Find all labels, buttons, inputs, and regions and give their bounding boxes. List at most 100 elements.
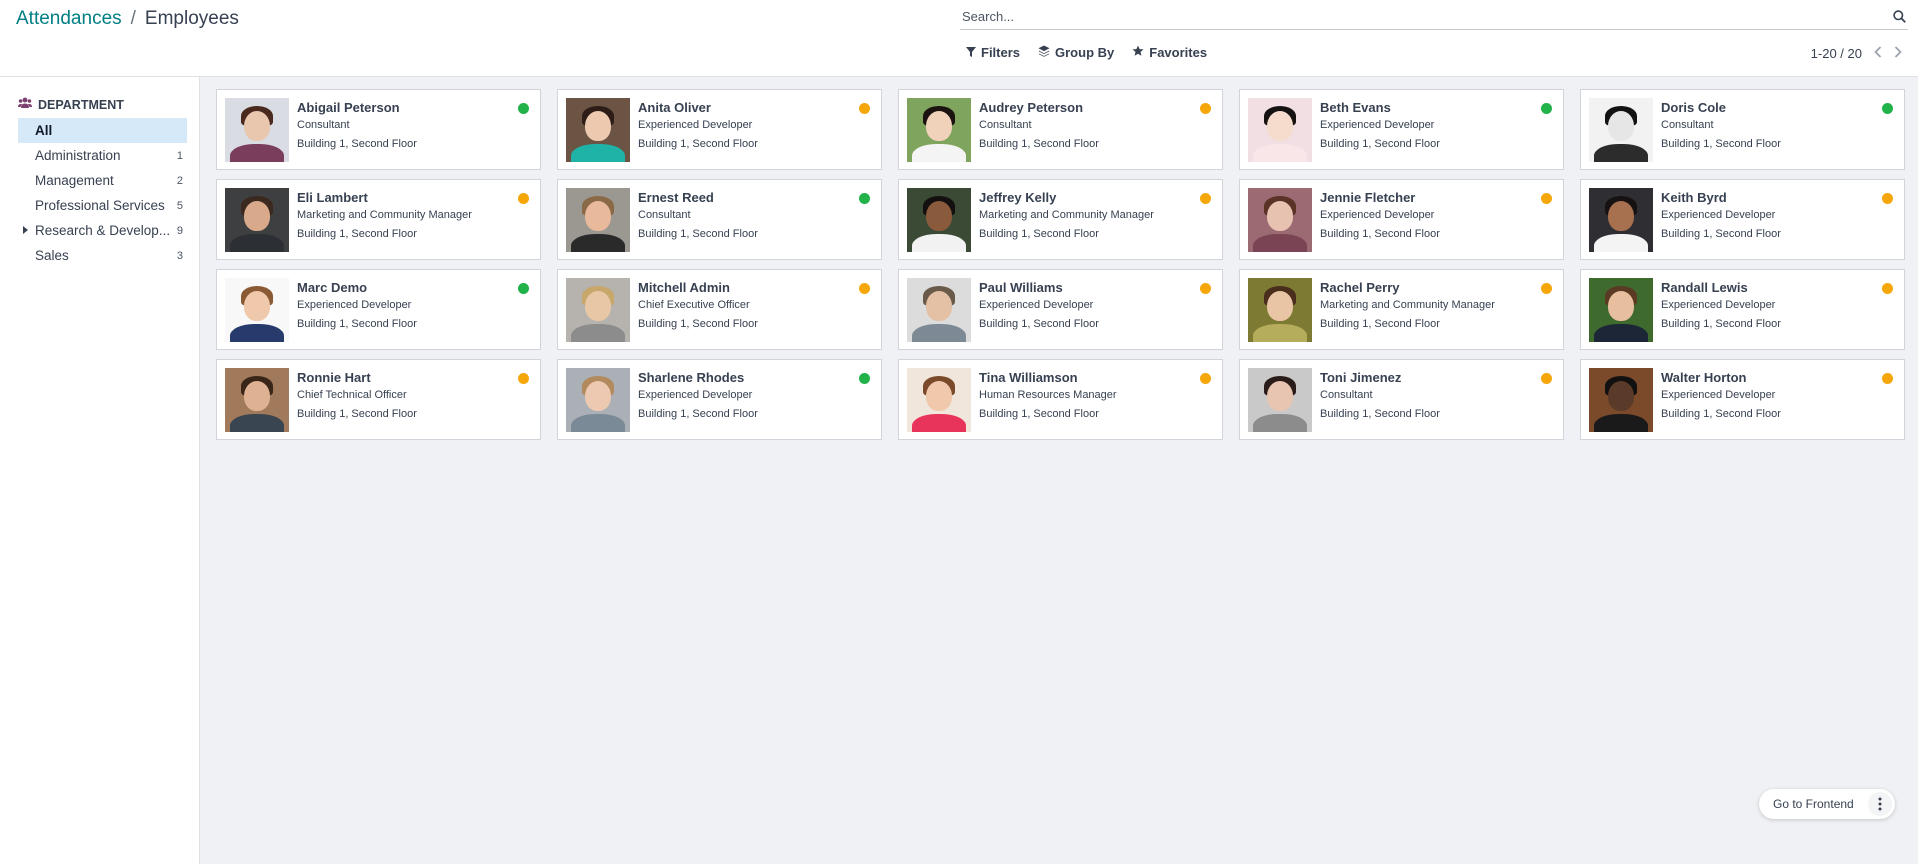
employee-name: Jeffrey Kelly	[979, 190, 1057, 205]
employee-info: Rachel Perry Marketing and Community Mana…	[1320, 278, 1495, 341]
employee-card[interactable]: Randall Lewis Experienced Developer Buildi…	[1580, 269, 1905, 350]
avatar-head	[1267, 201, 1293, 231]
employee-avatar	[566, 98, 630, 162]
employee-avatar	[1589, 98, 1653, 162]
avatar-head	[1267, 111, 1293, 141]
avatar-torso	[1594, 324, 1648, 342]
group-by-button[interactable]: Group By	[1038, 45, 1114, 60]
employee-location: Building 1, Second Floor	[979, 138, 1099, 150]
employee-info: Paul Williams Experienced Developer Buildi…	[979, 278, 1099, 341]
employee-avatar	[225, 188, 289, 252]
sidebar-item-research-development[interactable]: Research & Develop... 9	[18, 218, 187, 243]
avatar-torso	[1253, 414, 1307, 432]
presence-status-icon	[518, 283, 529, 294]
employee-card[interactable]: Beth Evans Experienced Developer Building …	[1239, 89, 1564, 170]
employee-job-title: Chief Technical Officer	[297, 389, 407, 401]
breadcrumb-attendances-link[interactable]: Attendances	[16, 8, 122, 30]
employee-job-title: Consultant	[1320, 389, 1373, 401]
employee-card[interactable]: Marc Demo Experienced Developer Building 1…	[216, 269, 541, 350]
avatar-torso	[230, 414, 284, 432]
employee-info: Audrey Peterson Consultant Building 1, Sec…	[979, 98, 1099, 161]
avatar-head	[244, 201, 270, 231]
employee-avatar	[907, 98, 971, 162]
department-list: All Administration 1 Management 2 Profes…	[0, 118, 199, 268]
presence-status-icon	[518, 193, 529, 204]
employee-name: Paul Williams	[979, 280, 1063, 295]
employee-avatar	[1248, 188, 1312, 252]
employee-card[interactable]: Jennie Fletcher Experienced Developer Buil…	[1239, 179, 1564, 260]
employee-avatar	[566, 368, 630, 432]
filter-icon	[966, 45, 976, 60]
employee-location: Building 1, Second Floor	[1661, 408, 1781, 420]
caret-right-icon[interactable]	[23, 226, 28, 234]
employee-location: Building 1, Second Floor	[1661, 318, 1781, 330]
avatar-head	[585, 291, 611, 321]
pager-previous-button[interactable]	[1874, 45, 1882, 61]
employee-info: Eli Lambert Marketing and Community Manag…	[297, 188, 472, 251]
sidebar-item-sales[interactable]: Sales 3	[18, 243, 187, 268]
avatar-head	[926, 381, 952, 411]
sidebar-item-management[interactable]: Management 2	[18, 168, 187, 193]
avatar-torso	[571, 144, 625, 162]
sidebar-item-label: Sales	[35, 248, 69, 263]
employee-job-title: Consultant	[297, 119, 350, 131]
employee-card[interactable]: Toni Jimenez Consultant Building 1, Second…	[1239, 359, 1564, 440]
employee-location: Building 1, Second Floor	[1320, 228, 1440, 240]
employee-job-title: Human Resources Manager	[979, 389, 1117, 401]
presence-status-icon	[1882, 103, 1893, 114]
presence-status-icon	[1882, 373, 1893, 384]
employee-card[interactable]: Ernest Reed Consultant Building 1, Second …	[557, 179, 882, 260]
avatar-torso	[912, 144, 966, 162]
employee-card[interactable]: Sharlene Rhodes Experienced Developer Buil…	[557, 359, 882, 440]
employee-card[interactable]: Tina Williamson Human Resources Manager Bu…	[898, 359, 1223, 440]
sidebar-item-professional-services[interactable]: Professional Services 5	[18, 193, 187, 218]
employee-info: Sharlene Rhodes Experienced Developer Buil…	[638, 368, 758, 431]
employee-card[interactable]: Keith Byrd Experienced Developer Building …	[1580, 179, 1905, 260]
avatar-head	[1608, 381, 1634, 411]
sidebar-item-all[interactable]: All	[18, 118, 187, 143]
employee-location: Building 1, Second Floor	[638, 228, 758, 240]
employee-card[interactable]: Audrey Peterson Consultant Building 1, Sec…	[898, 89, 1223, 170]
breadcrumb: Attendances / Employees	[16, 8, 239, 30]
employee-location: Building 1, Second Floor	[297, 228, 417, 240]
avatar-head	[244, 291, 270, 321]
employee-card[interactable]: Jeffrey Kelly Marketing and Community Man…	[898, 179, 1223, 260]
search-input[interactable]	[960, 9, 1890, 24]
sidebar-item-administration[interactable]: Administration 1	[18, 143, 187, 168]
employee-avatar	[907, 368, 971, 432]
avatar-torso	[571, 324, 625, 342]
employee-card[interactable]: Walter Horton Experienced Developer Buildi…	[1580, 359, 1905, 440]
employee-avatar	[225, 278, 289, 342]
employee-avatar	[566, 278, 630, 342]
employee-card[interactable]: Abigail Peterson Consultant Building 1, Se…	[216, 89, 541, 170]
employee-info: Walter Horton Experienced Developer Buildi…	[1661, 368, 1781, 431]
filters-label: Filters	[981, 45, 1021, 60]
avatar-head	[244, 111, 270, 141]
avatar-torso	[571, 234, 625, 252]
avatar-torso	[1253, 144, 1307, 162]
pager-value[interactable]: 1-20 / 20	[1811, 46, 1862, 61]
presence-status-icon	[1200, 103, 1211, 114]
sidebar-item-count: 3	[176, 249, 183, 262]
employee-card[interactable]: Anita Oliver Experienced Developer Buildin…	[557, 89, 882, 170]
filters-button[interactable]: Filters	[966, 45, 1020, 60]
employee-card[interactable]: Eli Lambert Marketing and Community Manag…	[216, 179, 541, 260]
go-to-frontend-button[interactable]: Go to Frontend	[1759, 789, 1895, 819]
more-options-icon[interactable]	[1868, 792, 1892, 816]
pager-next-button[interactable]	[1894, 45, 1902, 61]
favorites-button[interactable]: Favorites	[1132, 45, 1207, 60]
employee-card[interactable]: Doris Cole Consultant Building 1, Second F…	[1580, 89, 1905, 170]
kanban-view: Abigail Peterson Consultant Building 1, Se…	[200, 77, 1918, 864]
avatar-head	[1608, 111, 1634, 141]
employee-card[interactable]: Mitchell Admin Chief Executive Officer Bui…	[557, 269, 882, 350]
employee-card[interactable]: Rachel Perry Marketing and Community Mana…	[1239, 269, 1564, 350]
avatar-torso	[1253, 234, 1307, 252]
search-icon[interactable]	[1890, 8, 1908, 26]
employee-card[interactable]: Ronnie Hart Chief Technical Officer Buildi…	[216, 359, 541, 440]
employee-avatar	[1248, 368, 1312, 432]
employee-avatar	[225, 368, 289, 432]
presence-status-icon	[1200, 373, 1211, 384]
employee-card[interactable]: Paul Williams Experienced Developer Buildi…	[898, 269, 1223, 350]
employee-location: Building 1, Second Floor	[1661, 228, 1781, 240]
employee-info: Ronnie Hart Chief Technical Officer Buildi…	[297, 368, 417, 431]
